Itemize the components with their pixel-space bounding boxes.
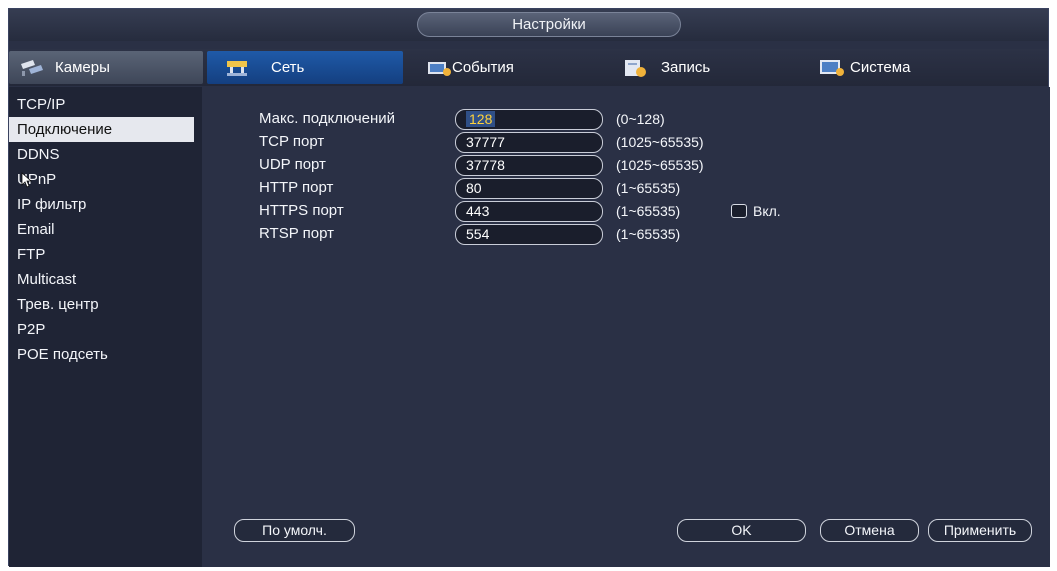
sidebar-item-multicast[interactable]: Multicast xyxy=(9,267,202,292)
sidebar-item-email[interactable]: Email xyxy=(9,217,202,242)
max-connections-input[interactable]: 128 xyxy=(455,109,603,130)
https-enable-label: Вкл. xyxy=(753,203,781,219)
tab-system-label: Система xyxy=(850,59,911,76)
row-https-port: HTTPS порт 443 (1~65535) Вкл. xyxy=(202,200,1050,222)
sidebar-item-connection[interactable]: Подключение xyxy=(9,117,194,142)
row-udp-port: UDP порт 37778 (1025~65535) xyxy=(202,154,1050,176)
sidebar-item-ip-filter[interactable]: IP фильтр xyxy=(9,192,202,217)
sidebar-item-upnp[interactable]: UPnP xyxy=(9,167,202,192)
system-icon xyxy=(820,60,844,76)
events-icon xyxy=(428,62,451,76)
sidebar-item-poe-subnet[interactable]: POE подсеть xyxy=(9,342,202,367)
udp-port-range: (1025~65535) xyxy=(616,157,704,173)
rtsp-port-label: RTSP порт xyxy=(259,225,334,242)
row-rtsp-port: RTSP порт 554 (1~65535) xyxy=(202,223,1050,245)
udp-port-label: UDP порт xyxy=(259,156,326,173)
max-connections-value: 128 xyxy=(469,111,493,127)
row-http-port: HTTP порт 80 (1~65535) xyxy=(202,177,1050,199)
tab-cameras-label: Камеры xyxy=(55,59,110,76)
apply-button[interactable]: Применить xyxy=(928,519,1032,542)
tab-events-label: События xyxy=(452,59,514,76)
settings-window: Настройки Камеры Сеть События Запись Сис… xyxy=(8,8,1050,567)
http-port-input[interactable]: 80 xyxy=(455,178,603,199)
sidebar-item-alarm-center[interactable]: Трев. центр xyxy=(9,292,202,317)
tab-system[interactable]: Система xyxy=(804,51,1044,84)
https-port-range: (1~65535) xyxy=(616,203,681,219)
http-port-label: HTTP порт xyxy=(259,179,334,196)
https-enable-checkbox[interactable] xyxy=(731,204,747,218)
row-max-connections: Макс. подключений 128 (0~128) xyxy=(202,108,1050,130)
tab-cameras[interactable]: Камеры xyxy=(9,51,203,84)
ok-button[interactable]: OK xyxy=(677,519,806,542)
default-button[interactable]: По умолч. xyxy=(234,519,355,542)
network-icon xyxy=(227,61,247,76)
udp-port-input[interactable]: 37778 xyxy=(455,155,603,176)
sidebar: TCP/IP Подключение DDNS UPnP IP фильтр E… xyxy=(9,87,202,567)
sidebar-item-p2p[interactable]: P2P xyxy=(9,317,202,342)
sidebar-item-ftp[interactable]: FTP xyxy=(9,242,202,267)
connection-settings-panel: Макс. подключений 128 (0~128) TCP порт 3… xyxy=(202,87,1050,567)
tab-network-label: Сеть xyxy=(271,59,305,76)
tab-record[interactable]: Запись xyxy=(609,51,799,84)
record-icon xyxy=(625,60,646,77)
max-connections-label: Макс. подключений xyxy=(259,110,396,127)
tab-network[interactable]: Сеть xyxy=(207,51,403,84)
window-title: Настройки xyxy=(417,12,681,37)
sidebar-item-ddns[interactable]: DDNS xyxy=(9,142,202,167)
title-bar: Настройки xyxy=(9,9,1048,41)
https-port-input[interactable]: 443 xyxy=(455,201,603,222)
tab-events[interactable]: События xyxy=(409,51,604,84)
rtsp-port-input[interactable]: 554 xyxy=(455,224,603,245)
https-port-label: HTTPS порт xyxy=(259,202,344,219)
rtsp-port-range: (1~65535) xyxy=(616,226,681,242)
max-connections-range: (0~128) xyxy=(616,111,665,127)
row-tcp-port: TCP порт 37777 (1025~65535) xyxy=(202,131,1050,153)
tab-record-label: Запись xyxy=(661,59,711,76)
tcp-port-range: (1025~65535) xyxy=(616,134,704,150)
tab-bar: Камеры Сеть События Запись Система xyxy=(9,49,1048,86)
sidebar-item-tcpip[interactable]: TCP/IP xyxy=(9,92,202,117)
cancel-button[interactable]: Отмена xyxy=(820,519,919,542)
tcp-port-label: TCP порт xyxy=(259,133,325,150)
tcp-port-input[interactable]: 37777 xyxy=(455,132,603,153)
mouse-cursor-icon xyxy=(21,172,33,188)
cameras-icon xyxy=(21,60,43,76)
http-port-range: (1~65535) xyxy=(616,180,681,196)
